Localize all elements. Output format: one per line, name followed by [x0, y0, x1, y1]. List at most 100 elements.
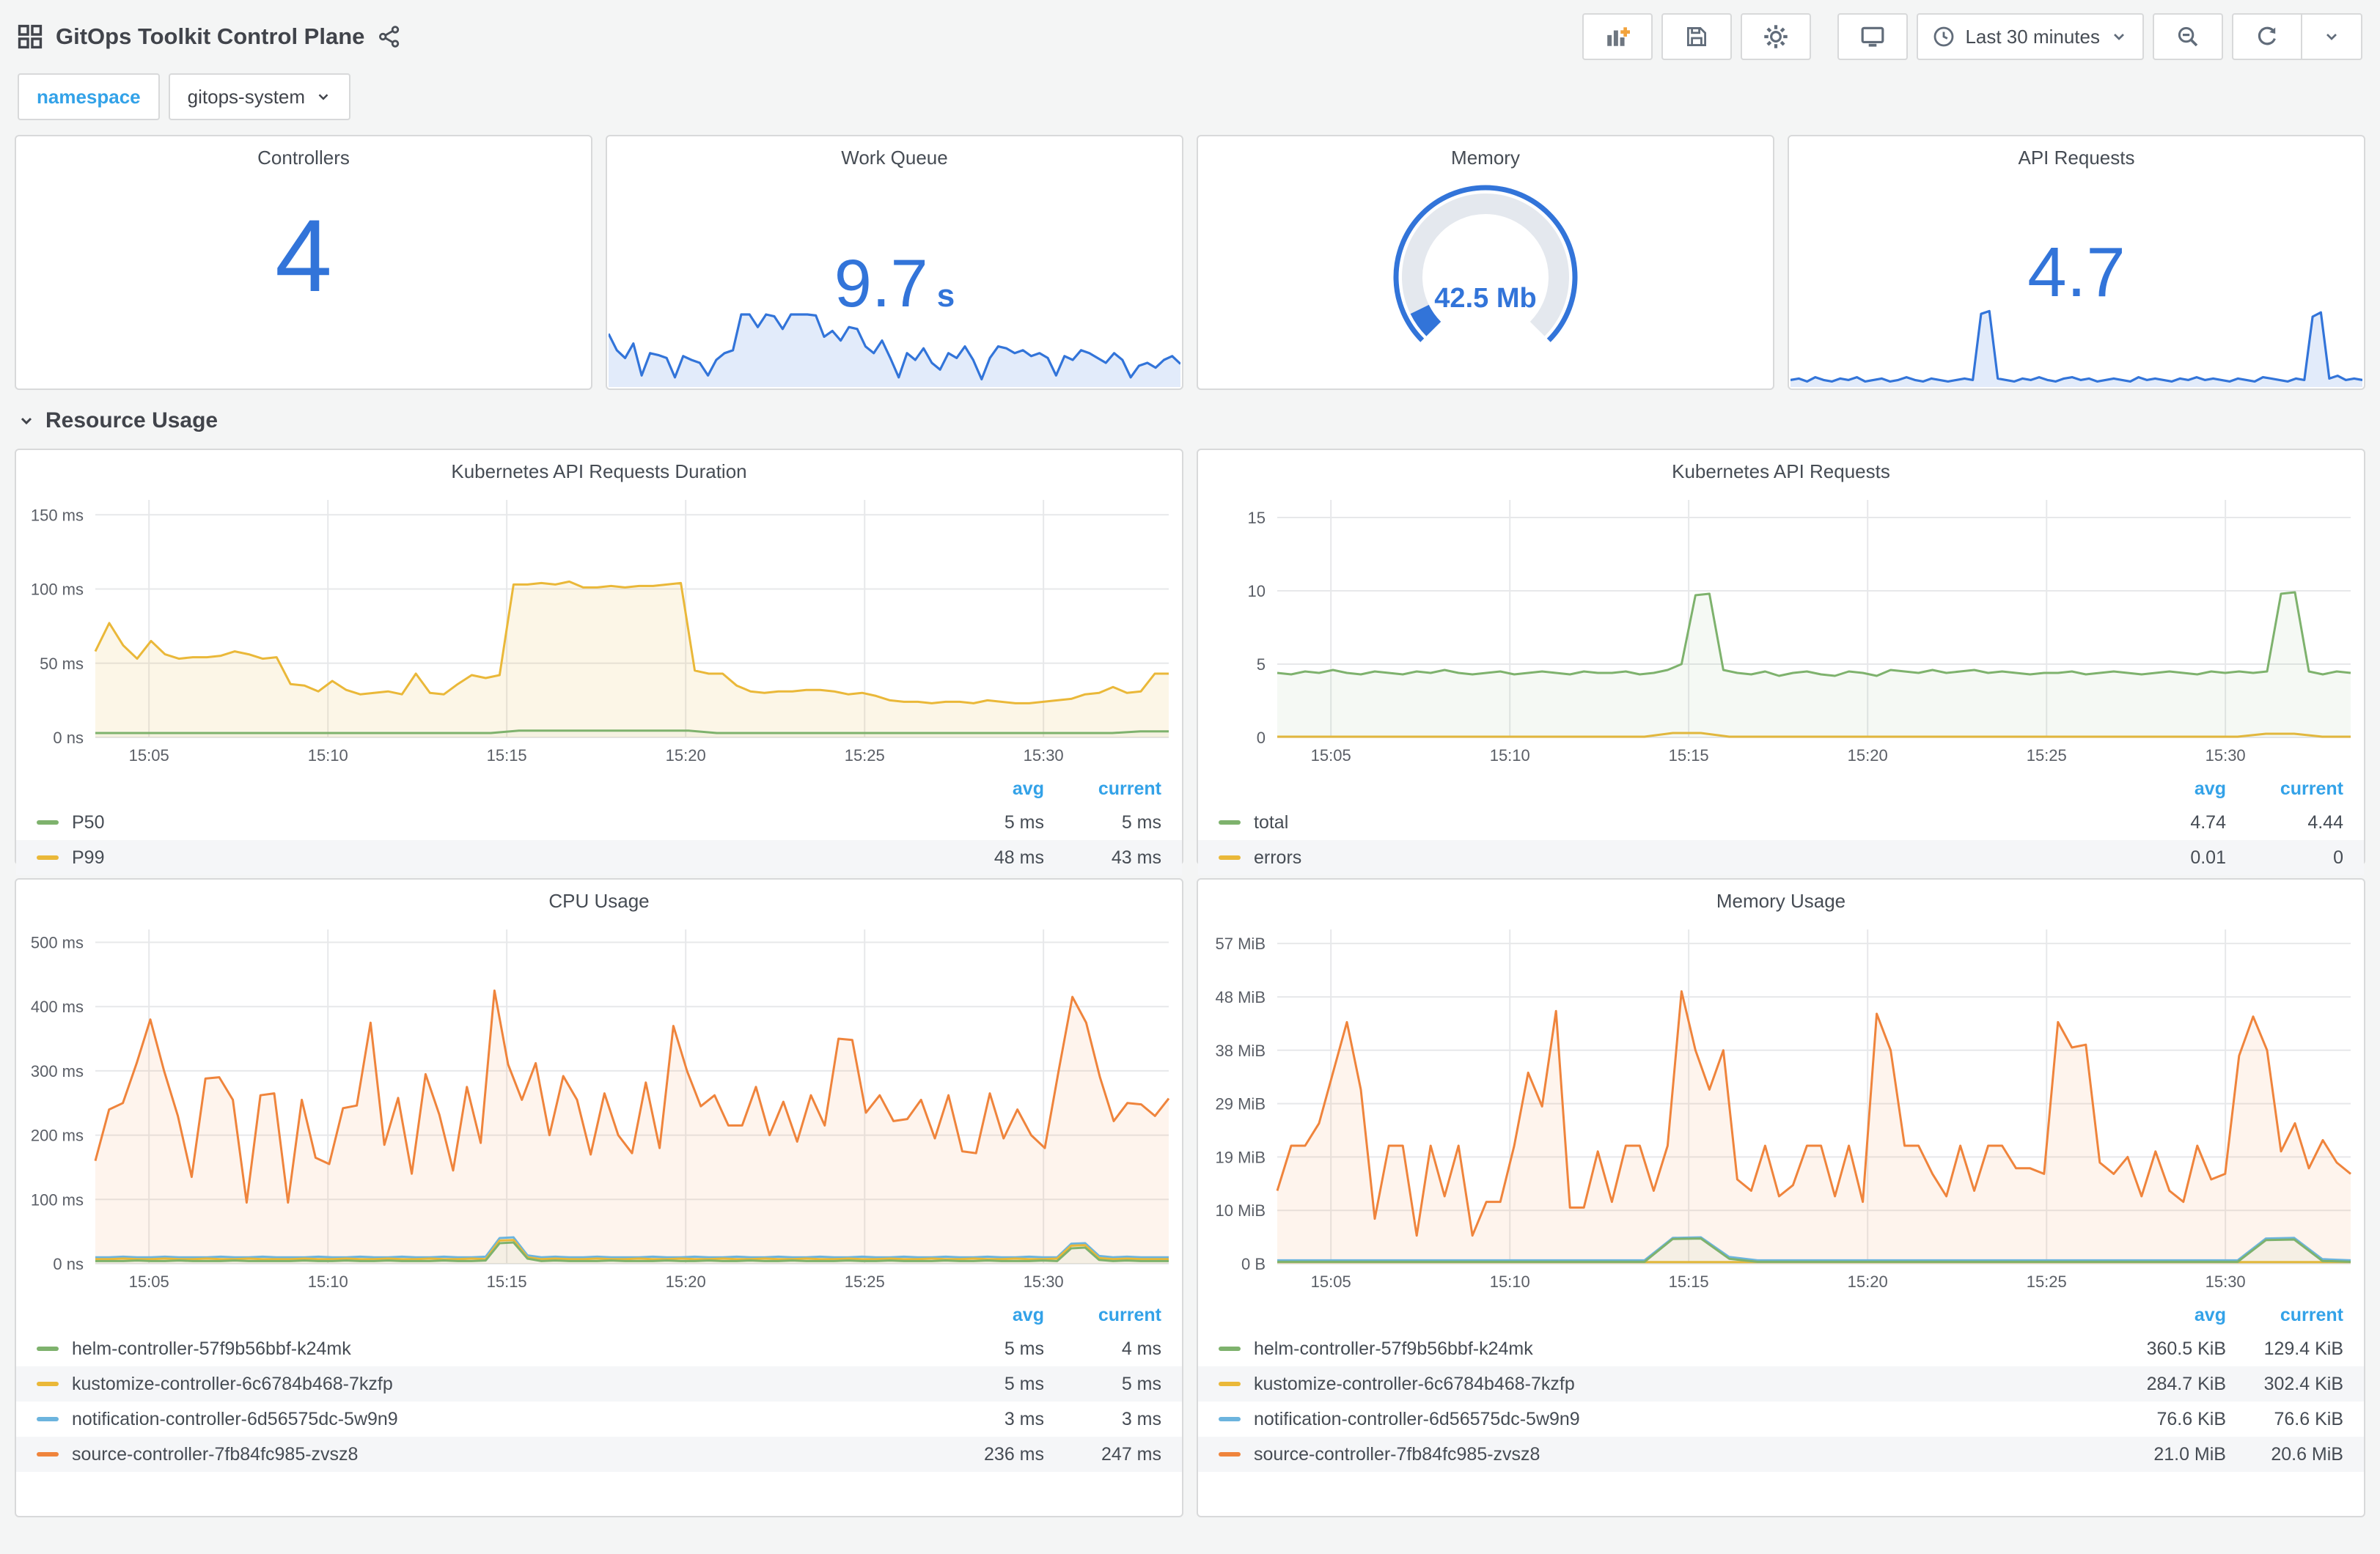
dashboard-header: GitOps Toolkit Control Plane Last 30 min…	[15, 9, 2365, 65]
series-color-swatch	[37, 1417, 59, 1421]
svg-text:200 ms: 200 ms	[31, 1127, 84, 1145]
panel-title[interactable]: CPU Usage	[16, 880, 1182, 918]
legend-row[interactable]: kustomize-controller-6c6784b468-7kzfp 28…	[1198, 1366, 2364, 1402]
legend-col-current[interactable]: current	[1044, 778, 1161, 800]
chart-legend: avg current total 4.74 4.44 errors 0.01 …	[1198, 770, 2364, 875]
save-dashboard-button[interactable]	[1661, 13, 1733, 60]
legend-col-avg[interactable]: avg	[927, 778, 1044, 800]
zoom-out-button[interactable]	[2153, 13, 2223, 60]
legend-col-current[interactable]: current	[2226, 778, 2343, 800]
dashboard-grid-icon	[18, 24, 43, 49]
series-name: total	[1254, 811, 1289, 833]
time-series-chart[interactable]: 0 5 10 15 15:05 15:10 15:15 15:20 15:25 15:30	[1198, 488, 2364, 770]
svg-text:15:05: 15:05	[129, 1273, 169, 1291]
variable-value-dropdown[interactable]: gitops-system	[168, 73, 351, 120]
svg-text:38 MiB: 38 MiB	[1216, 1042, 1266, 1060]
legend-col-current[interactable]: current	[2226, 1305, 2343, 1326]
panel-api-requests: API Requests 4.7	[1788, 135, 2365, 390]
series-avg: 5 ms	[1004, 1373, 1044, 1394]
series-avg: 3 ms	[1004, 1408, 1044, 1429]
legend-row[interactable]: source-controller-7fb84fc985-zvsz8 236 m…	[16, 1437, 1182, 1472]
panel-title[interactable]: Memory Usage	[1198, 880, 2364, 918]
svg-text:0: 0	[1257, 729, 1266, 747]
panel-title[interactable]: Kubernetes API Requests Duration	[16, 450, 1182, 488]
panel-title[interactable]: Memory	[1198, 136, 1773, 174]
series-avg: 5 ms	[1004, 811, 1044, 833]
chevron-down-icon	[21, 417, 32, 425]
monitor-icon	[1862, 26, 1884, 47]
refresh-icon	[2258, 26, 2276, 45]
stat-value: 4	[275, 197, 332, 313]
legend-row[interactable]: notification-controller-6d56575dc-5w9n9 …	[16, 1402, 1182, 1437]
series-color-swatch	[1219, 1452, 1241, 1457]
legend-row[interactable]: notification-controller-6d56575dc-5w9n9 …	[1198, 1402, 2364, 1437]
legend-row[interactable]: P50 5 ms 5 ms	[16, 805, 1182, 840]
legend-row[interactable]: errors 0.01 0	[1198, 840, 2364, 875]
svg-text:15:20: 15:20	[1848, 746, 1888, 765]
time-series-chart[interactable]: 0 ns 100 ms 200 ms 300 ms 400 ms 500 ms 15:05 1…	[16, 918, 1182, 1296]
chevron-down-icon	[2326, 34, 2337, 40]
gauge-value: 42.5 Mb	[1434, 283, 1537, 314]
memory-gauge: 42.5 Mb	[1356, 174, 1615, 368]
svg-text:19 MiB: 19 MiB	[1216, 1148, 1266, 1166]
dashboard-settings-button[interactable]	[1741, 13, 1812, 60]
svg-text:15:30: 15:30	[2205, 746, 2246, 765]
svg-text:29 MiB: 29 MiB	[1216, 1095, 1266, 1113]
panel-title[interactable]: Controllers	[16, 136, 591, 174]
time-series-chart[interactable]: 0 ns 50 ms 100 ms 150 ms 15:05 15:10 15:15 15:2…	[16, 488, 1182, 770]
panel-title[interactable]: Kubernetes API Requests	[1198, 450, 2364, 488]
svg-text:15:25: 15:25	[845, 746, 885, 765]
series-current: 5 ms	[1121, 1373, 1161, 1394]
legend-row[interactable]: helm-controller-57f9b56bbf-k24mk 5 ms 4 …	[16, 1331, 1182, 1366]
legend-header: avg current	[1198, 773, 2364, 805]
svg-text:150 ms: 150 ms	[31, 506, 84, 524]
save-icon	[1687, 27, 1707, 47]
svg-text:100 ms: 100 ms	[31, 1190, 84, 1209]
legend-row[interactable]: P99 48 ms 43 ms	[16, 840, 1182, 875]
series-color-swatch	[37, 1347, 59, 1351]
legend-col-current[interactable]: current	[1044, 1305, 1161, 1326]
legend-col-avg[interactable]: avg	[2109, 778, 2226, 800]
series-avg: 5 ms	[1004, 1338, 1044, 1359]
panel-title[interactable]: API Requests	[1789, 136, 2364, 174]
series-current: 43 ms	[1111, 847, 1161, 868]
svg-text:15:25: 15:25	[2027, 746, 2067, 765]
legend-row[interactable]: source-controller-7fb84fc985-zvsz8 21.0 …	[1198, 1437, 2364, 1472]
legend-col-avg[interactable]: avg	[2109, 1305, 2226, 1326]
series-color-swatch	[1219, 855, 1241, 860]
legend-row[interactable]: total 4.74 4.44	[1198, 805, 2364, 840]
legend-header: avg current	[16, 1299, 1182, 1331]
svg-text:15:25: 15:25	[845, 1273, 885, 1291]
series-color-swatch	[1219, 820, 1241, 825]
panel-title[interactable]: Work Queue	[607, 136, 1182, 174]
panel-memory: Memory 42.5 Mb	[1197, 135, 1774, 390]
legend-row[interactable]: helm-controller-57f9b56bbf-k24mk 360.5 K…	[1198, 1331, 2364, 1366]
chevron-down-icon	[2114, 34, 2124, 40]
series-avg: 0.01	[2190, 847, 2226, 868]
svg-text:15:10: 15:10	[308, 746, 348, 765]
time-series-chart[interactable]: 0 B 10 MiB 19 MiB 29 MiB 38 MiB 48 MiB 57 MiB 1…	[1198, 918, 2364, 1296]
series-name: helm-controller-57f9b56bbf-k24mk	[1254, 1338, 1533, 1359]
time-range-picker[interactable]: Last 30 minutes	[1917, 13, 2144, 60]
clock-icon	[1934, 26, 1954, 47]
series-avg: 4.74	[2190, 811, 2226, 833]
svg-text:15: 15	[1248, 509, 1266, 527]
section-resource-usage[interactable]: Resource Usage	[18, 396, 2362, 446]
svg-text:15:10: 15:10	[1490, 1273, 1530, 1291]
series-name: notification-controller-6d56575dc-5w9n9	[1254, 1408, 1580, 1429]
svg-text:15:05: 15:05	[1311, 1273, 1351, 1291]
series-color-swatch	[1219, 1382, 1241, 1386]
legend-col-avg[interactable]: avg	[927, 1305, 1044, 1326]
series-current: 76.6 KiB	[2274, 1408, 2343, 1429]
cycle-view-mode-button[interactable]	[1837, 13, 1909, 60]
panel-cpu-usage: CPU Usage 0 ns 100 ms 200 ms 300 ms 400 ms 50…	[15, 878, 1183, 1517]
share-icon[interactable]	[378, 25, 401, 48]
add-panel-button[interactable]	[1582, 13, 1653, 60]
time-range-label: Last 30 minutes	[1965, 25, 2100, 48]
refresh-interval-dropdown[interactable]	[2301, 13, 2362, 60]
refresh-button[interactable]	[2232, 13, 2301, 60]
svg-text:15:25: 15:25	[2027, 1273, 2067, 1291]
legend-row[interactable]: kustomize-controller-6c6784b468-7kzfp 5 …	[16, 1366, 1182, 1402]
chart-row-1: Kubernetes API Requests Duration 0 ns 50 …	[15, 449, 2365, 875]
series-name: helm-controller-57f9b56bbf-k24mk	[72, 1338, 351, 1359]
